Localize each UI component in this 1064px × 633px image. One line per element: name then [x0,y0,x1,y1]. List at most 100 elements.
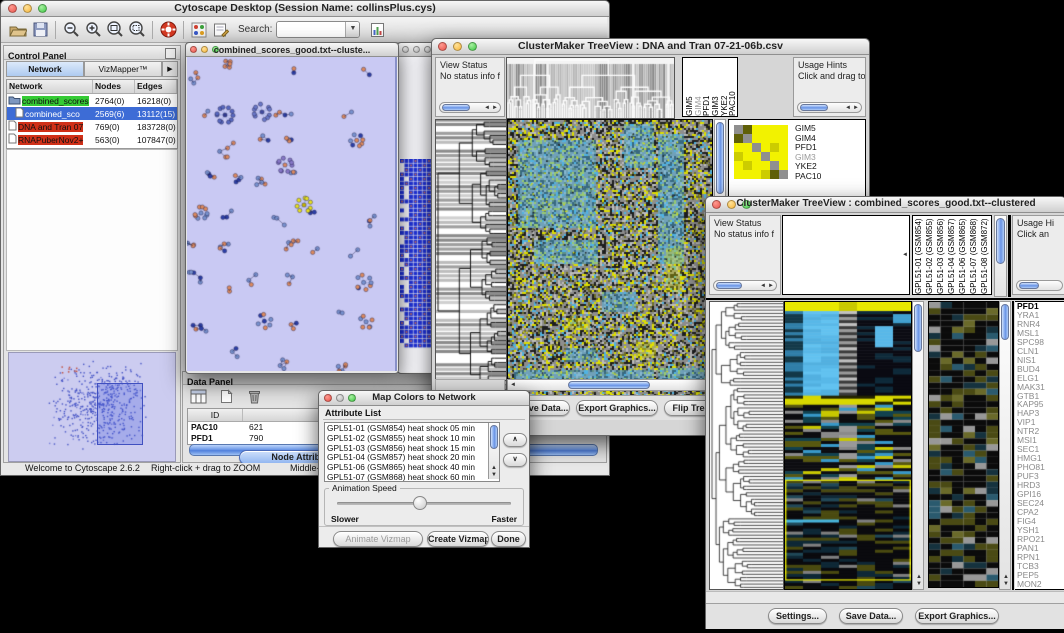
export-graphics-button[interactable]: Export Graphics... [915,608,999,624]
gene-label[interactable]: PUF3 [1017,472,1064,481]
matrix-cell[interactable] [743,170,752,179]
network-table-row[interactable]: DNA and Tran 07769(0)183728(0) [7,120,177,133]
search-input[interactable] [277,22,345,37]
matrix-cell[interactable] [752,143,761,152]
array-label[interactable]: GIM3 [711,58,720,116]
tv2-status-scrollbar[interactable]: ◄► [713,280,777,291]
matrix-cell[interactable] [779,152,788,161]
export-graphics-button[interactable]: Export Graphics... [576,400,658,416]
gene-label[interactable]: PFD1 [1017,302,1064,311]
matrix-cell[interactable] [770,161,779,170]
gene-label[interactable]: BUD4 [1017,365,1064,374]
network-viewport[interactable] [187,57,397,371]
array-label[interactable]: PFD1 [702,58,711,116]
done-button[interactable]: Done [491,531,526,547]
matrix-cell[interactable] [743,134,752,143]
help-lifebuoy-icon[interactable] [157,20,179,40]
column-header-edges[interactable]: Edges [135,80,177,93]
network-overview-panel[interactable] [8,352,176,462]
zoom-in-icon[interactable] [82,20,104,40]
minimize-icon[interactable] [413,46,420,53]
matrix-cell[interactable] [743,143,752,152]
gene-label[interactable]: RPN1 [1017,553,1064,562]
matrix-cell[interactable] [761,161,770,170]
gene-label[interactable]: PAC10 [795,172,821,182]
network-table-row[interactable]: RNAPuberNov2+563(0)107847(0) [7,133,177,146]
network-table-row[interactable]: combined_scores2764(0)16218(0) [7,94,177,107]
more-tabs-button[interactable]: ▶ [162,61,178,77]
matrix-cell[interactable] [734,143,743,152]
gene-label[interactable]: FIG4 [1017,517,1064,526]
open-folder-icon[interactable] [7,20,29,40]
matrix-cell[interactable] [779,134,788,143]
gene-label[interactable]: NTR2 [1017,427,1064,436]
gene-label[interactable]: KAP95 [1017,400,1064,409]
matrix-cell[interactable] [752,125,761,134]
matrix-cell[interactable] [734,161,743,170]
tab-network[interactable]: Network [6,61,84,77]
matrix-cell[interactable] [770,125,779,134]
new-page-icon[interactable] [215,386,237,406]
annotation-icon[interactable] [210,20,232,40]
report-icon[interactable] [366,20,388,40]
gene-label[interactable]: YKE2 [795,162,821,172]
matrix-cell[interactable] [752,134,761,143]
attribute-list-vscrollbar[interactable]: ▲▼ [488,423,499,479]
gene-label[interactable]: RNR4 [1017,320,1064,329]
tv1-heatmap[interactable] [507,119,713,397]
gene-label[interactable]: HMG1 [1017,454,1064,463]
gene-label[interactable]: ELG1 [1017,374,1064,383]
tv2-hints-scrollbar[interactable] [1016,280,1063,291]
matrix-cell[interactable] [734,170,743,179]
matrix-cell[interactable] [770,134,779,143]
zoom-window-icon[interactable] [424,46,431,53]
move-down-button[interactable]: ∨ [503,453,527,467]
tv2-collabels-vscrollbar[interactable] [994,215,1007,297]
tv1-column-dendrogram[interactable] [506,57,675,119]
gene-label[interactable]: CPA2 [1017,508,1064,517]
create-vizmap-button[interactable]: Create Vizmap [427,531,489,547]
tab-vizmapper[interactable]: VizMapper™ [84,61,162,77]
matrix-cell[interactable] [779,125,788,134]
matrix-cell[interactable] [761,134,770,143]
matrix-cell[interactable] [743,161,752,170]
tv2-heatmap-vscrollbar[interactable]: ▲▼ [912,301,924,590]
data-column-header[interactable]: ID [188,409,243,421]
tv1-status-scrollbar[interactable]: ◄► [439,102,501,113]
tv1-hints-scrollbar[interactable]: ◄► [797,102,862,113]
column-header-network[interactable]: Network [7,80,93,93]
gene-label[interactable]: MAK31 [1017,383,1064,392]
gene-label[interactable]: MSI1 [1017,436,1064,445]
main-titlebar[interactable]: Cytoscape Desktop (Session Name: collins… [1,1,609,17]
gene-label[interactable]: NIS1 [1017,356,1064,365]
treeview2-titlebar[interactable]: ClusterMaker TreeView : combined_scores_… [706,197,1064,213]
tv2-heatmap[interactable] [784,301,912,590]
tv2-zoom-heatmap[interactable] [928,301,999,588]
gene-label[interactable]: GPI16 [1017,490,1064,499]
search-combobox[interactable]: ▼ [276,21,360,38]
gene-label[interactable]: GIM3 [795,153,821,163]
network-canvas[interactable] [187,57,393,371]
gene-label[interactable]: YSH1 [1017,526,1064,535]
array-label[interactable]: PAC10 [728,58,737,116]
gene-label[interactable]: SEC24 [1017,499,1064,508]
column-header-nodes[interactable]: Nodes [93,80,135,93]
gene-label[interactable]: RPO21 [1017,535,1064,544]
table-icon[interactable] [187,386,209,406]
matrix-cell[interactable] [734,134,743,143]
matrix-cell[interactable] [761,152,770,161]
array-label[interactable]: GIM5 [685,58,694,116]
matrix-cell[interactable] [752,170,761,179]
tv1-heatmap-hscrollbar[interactable]: ◄► [507,379,713,391]
chevron-down-icon[interactable]: ▼ [345,22,359,37]
gene-label[interactable]: HRD3 [1017,481,1064,490]
gene-label[interactable]: PHO81 [1017,463,1064,472]
attribute-list-item[interactable]: GPL51-07 (GSM868) heat shock 60 min [327,473,486,482]
zoom-fit-icon[interactable] [104,20,126,40]
matrix-cell[interactable] [734,125,743,134]
save-icon[interactable] [29,20,51,40]
column-label[interactable]: GPL51-01 (GSM854) [914,216,925,294]
dialog-titlebar[interactable]: Map Colors to Network [319,391,529,406]
tv1-zoom-heatmap[interactable] [734,125,788,179]
matrix-cell[interactable] [752,152,761,161]
